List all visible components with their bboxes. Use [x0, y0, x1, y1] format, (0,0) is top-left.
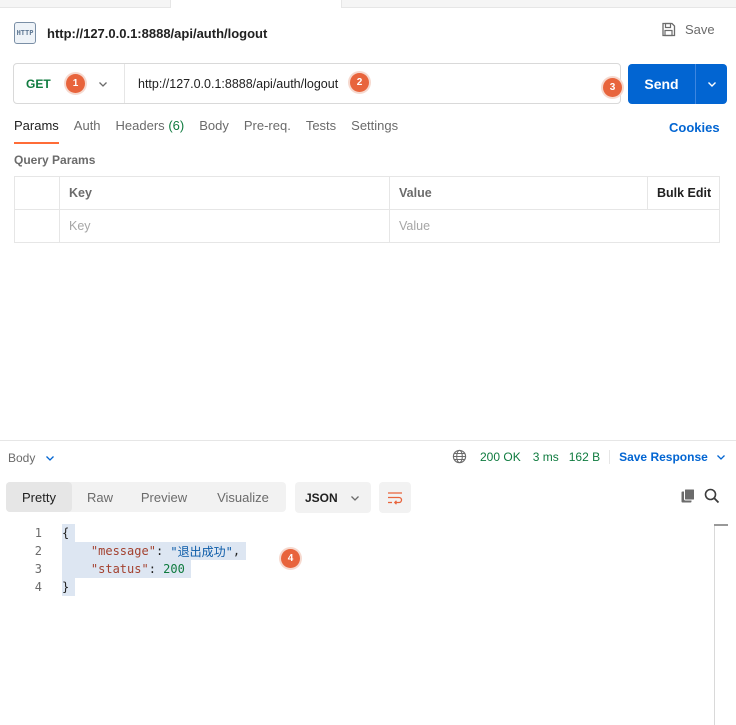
code-text: } — [62, 578, 76, 596]
line-number: 4 — [34, 580, 42, 594]
tab-tests[interactable]: Tests — [306, 118, 336, 142]
chevron-down-icon — [716, 454, 725, 460]
tab-settings[interactable]: Settings — [351, 118, 398, 142]
tab-body[interactable]: Body — [199, 118, 229, 142]
request-titlebar: HTTP http://127.0.0.1:8888/api/auth/logo… — [14, 20, 267, 46]
json-value-status: 200 — [163, 562, 185, 576]
response-time[interactable]: 3 ms — [533, 450, 559, 464]
search-icon[interactable] — [704, 488, 720, 504]
vertical-scrollbar[interactable] — [714, 524, 715, 725]
status-code[interactable]: 200 OK — [480, 450, 521, 464]
save-response-button[interactable]: Save Response — [619, 450, 726, 464]
row-checkbox-cell[interactable] — [14, 209, 60, 243]
send-dropdown[interactable] — [695, 64, 727, 104]
tab-pretty[interactable]: Pretty — [6, 482, 72, 512]
wrap-lines-button[interactable] — [379, 482, 411, 513]
response-meta: 200 OK 3 ms 162 B Save Response — [452, 449, 726, 464]
code-line: 1 { — [0, 524, 712, 542]
scrollbar-thumb[interactable] — [714, 524, 728, 526]
divider — [609, 449, 611, 464]
line-number: 1 — [34, 526, 42, 540]
response-view-tabs: Pretty Raw Preview Visualize — [6, 482, 286, 512]
tab-preview[interactable]: Preview — [128, 482, 200, 512]
response-body-dropdown[interactable]: Body — [8, 451, 55, 465]
json-value-message: "退出成功" — [170, 544, 233, 559]
copy-icon[interactable] — [680, 488, 696, 504]
key-input[interactable]: Key — [59, 209, 390, 243]
chevron-down-icon — [707, 82, 716, 87]
method-label: GET — [26, 76, 51, 91]
send-button[interactable]: Send — [628, 64, 695, 104]
format-select[interactable]: JSON — [295, 482, 371, 513]
code-line: 2 "message": "退出成功", — [0, 542, 712, 560]
tab-params[interactable]: Params — [14, 118, 59, 144]
code-line: 3 "status": 200 — [0, 560, 712, 578]
globe-icon[interactable] — [452, 449, 467, 464]
http-icon: HTTP — [14, 22, 36, 44]
tab-headers[interactable]: Headers (6) — [116, 118, 185, 142]
headers-count: (6) — [168, 118, 185, 133]
active-tab[interactable] — [170, 0, 342, 8]
chevron-down-icon — [99, 82, 107, 87]
tab-raw[interactable]: Raw — [72, 482, 128, 512]
save-label: Save — [685, 22, 715, 37]
value-input[interactable]: Value — [389, 209, 720, 243]
chevron-down-icon — [350, 495, 359, 501]
code-text: "status": 200 — [62, 560, 191, 578]
checkbox-column-header — [14, 176, 60, 210]
code-line: 4 } — [0, 578, 712, 596]
code-text: { — [62, 524, 76, 542]
tab-headers-label: Headers — [115, 118, 165, 133]
annotation-badge-1: 1 — [66, 74, 85, 93]
tab-strip — [0, 0, 736, 8]
annotation-badge-2: 2 — [350, 73, 369, 92]
json-key-message: "message" — [90, 544, 156, 558]
request-tabs: Params Auth Headers (6) Body Pre-req. Te… — [14, 118, 413, 144]
tab-auth[interactable]: Auth — [74, 118, 101, 142]
json-key-status: "status" — [90, 562, 149, 576]
wrap-lines-icon — [388, 491, 403, 505]
save-response-label: Save Response — [619, 449, 708, 464]
pane-divider[interactable] — [0, 440, 736, 441]
chevron-down-icon — [46, 456, 55, 461]
annotation-badge-3: 3 — [603, 78, 622, 97]
save-button[interactable]: Save — [661, 22, 715, 37]
tab-pre-request[interactable]: Pre-req. — [244, 118, 291, 142]
url-input[interactable]: http://127.0.0.1:8888/api/auth/logout — [138, 77, 338, 91]
query-params-title: Query Params — [14, 153, 96, 167]
line-number: 3 — [34, 562, 42, 576]
code-text: "message": "退出成功", — [62, 542, 247, 560]
format-label: JSON — [305, 490, 338, 505]
request-title[interactable]: http://127.0.0.1:8888/api/auth/logout — [47, 26, 267, 41]
table-row: Key Value — [14, 209, 720, 243]
params-table: Key Value Bulk Edit Key Value — [14, 176, 720, 243]
url-bar: GET http://127.0.0.1:8888/api/auth/logou… — [13, 63, 621, 104]
tab-visualize[interactable]: Visualize — [200, 482, 286, 512]
table-header-row: Key Value Bulk Edit — [14, 176, 720, 210]
response-size[interactable]: 162 B — [569, 450, 600, 464]
send-button-group: Send — [628, 64, 727, 104]
bulk-edit-button[interactable]: Bulk Edit — [647, 176, 720, 210]
cookies-link[interactable]: Cookies — [669, 120, 720, 135]
column-header-key: Key — [59, 176, 390, 210]
response-body[interactable]: 1 { 2 "message": "退出成功", 3 "status": 200… — [0, 524, 712, 596]
line-number: 2 — [34, 544, 42, 558]
column-header-value: Value — [389, 176, 648, 210]
response-body-label: Body — [8, 451, 36, 465]
save-icon — [662, 22, 676, 37]
annotation-badge-4: 4 — [281, 549, 300, 568]
